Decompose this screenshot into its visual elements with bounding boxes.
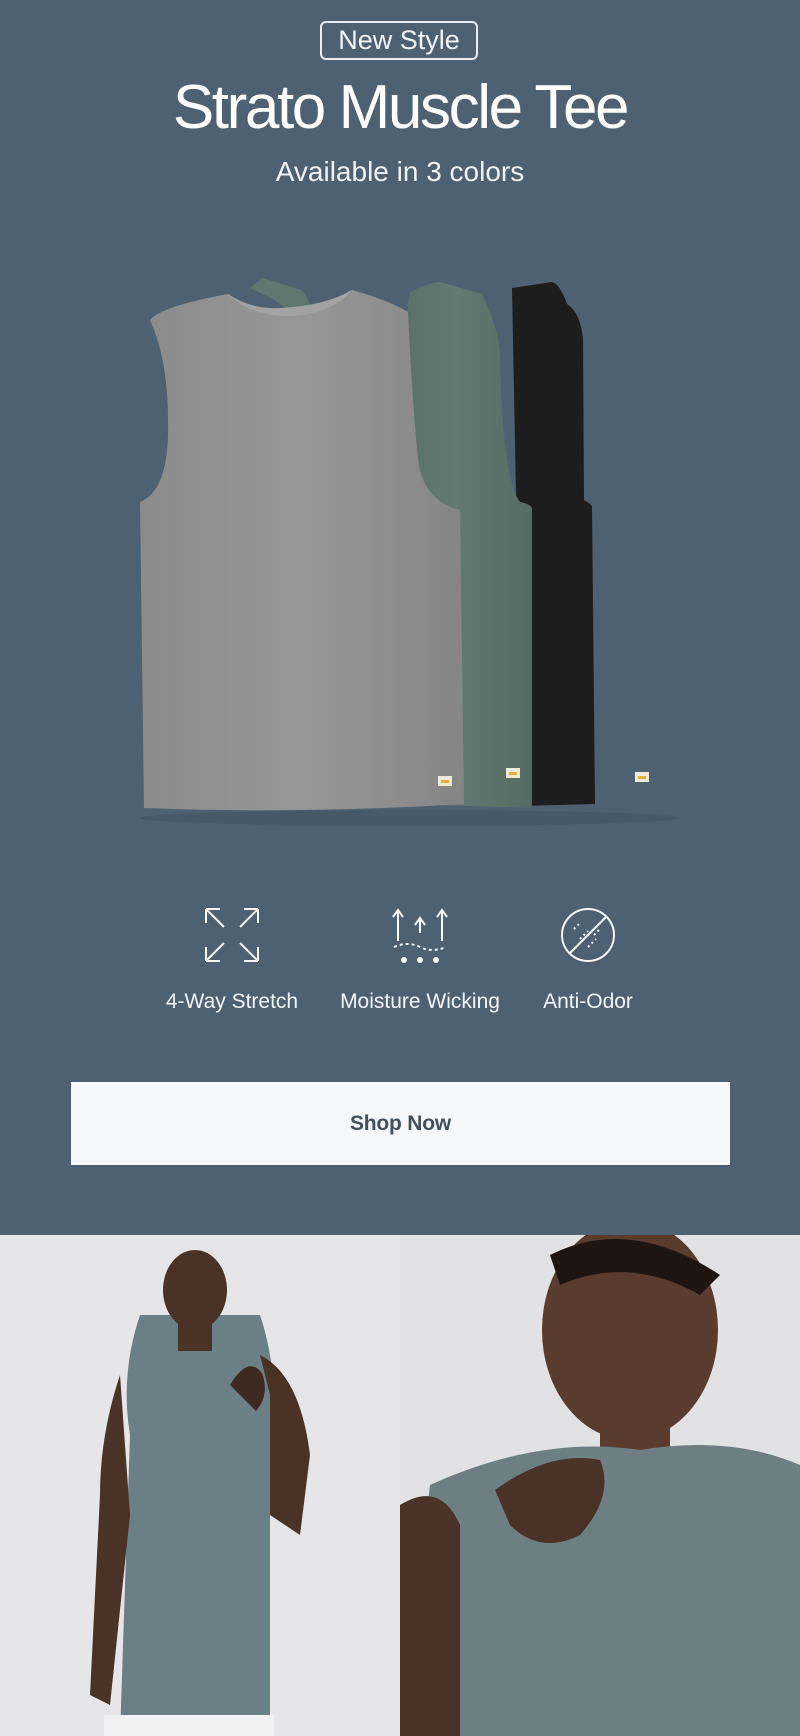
email-page: New Style Strato Muscle Tee Available in…: [0, 0, 800, 1736]
stretch-arrows-icon: [205, 908, 259, 962]
shop-now-button[interactable]: Shop Now: [71, 1082, 730, 1165]
model-photo-left: [0, 1235, 400, 1736]
model-image: [0, 1235, 400, 1736]
product-subtitle: Available in 3 colors: [275, 156, 525, 187]
feature-moisture: Moisture Wicking: [325, 905, 515, 1025]
feature-anti-odor: Anti-Odor: [493, 905, 683, 1025]
new-style-badge: New Style: [320, 21, 478, 60]
lifestyle-photos: [0, 1235, 800, 1736]
feature-stretch: 4-Way Stretch: [137, 905, 327, 1025]
feature-label: Anti-Odor: [543, 990, 633, 1013]
anti-odor-icon: [561, 908, 615, 962]
model-photo-right: [400, 1235, 800, 1736]
model-closeup-image: [400, 1235, 800, 1736]
feature-label: 4-Way Stretch: [165, 990, 299, 1013]
product-title: Strato Muscle Tee: [172, 73, 630, 142]
hero-section: New Style Strato Muscle Tee Available in…: [0, 0, 800, 1235]
features-row: 4-Way Stretch Moisture Wicking Anti-Odor: [0, 905, 800, 1025]
product-image: [140, 278, 680, 826]
moisture-wicking-icon: [392, 908, 448, 963]
feature-label: Moisture Wicking: [340, 990, 500, 1013]
